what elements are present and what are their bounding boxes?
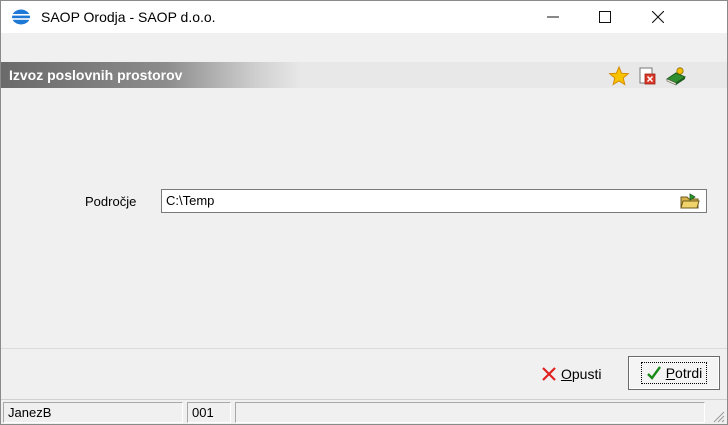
maximize-icon — [599, 11, 611, 23]
minimize-button[interactable] — [530, 1, 576, 33]
button-strip: Opusti Potrdi — [1, 348, 727, 399]
minimize-icon — [547, 16, 559, 18]
field-label-podrocje: Področje — [85, 194, 137, 209]
path-input[interactable]: C:\Temp — [161, 189, 707, 213]
title-bar[interactable]: SAOP Orodja - SAOP d.o.o. — [1, 1, 727, 33]
confirm-label: Potrdi — [665, 365, 703, 381]
resize-grip-icon[interactable] — [711, 409, 725, 423]
close-icon — [652, 11, 664, 23]
cancel-label: Opusti — [561, 366, 602, 382]
close-document-icon[interactable] — [636, 65, 658, 87]
status-code: 001 — [187, 402, 231, 423]
close-window-button[interactable] — [635, 1, 681, 33]
status-user: JanezB — [3, 402, 183, 423]
confirm-button-focus: Potrdi — [640, 362, 708, 384]
form-area — [1, 89, 727, 348]
path-value[interactable]: C:\Temp — [166, 190, 214, 212]
module-title: Izvoz poslovnih prostorov — [9, 67, 183, 83]
app-logo-icon — [12, 9, 30, 25]
module-header: Izvoz poslovnih prostorov — [1, 62, 727, 88]
confirm-button[interactable]: Potrdi — [628, 356, 720, 390]
app-window: SAOP Orodja - SAOP d.o.o. Izvoz poslovni… — [0, 0, 728, 425]
help-book-icon[interactable] — [665, 65, 687, 87]
browse-folder-icon[interactable] — [680, 193, 700, 209]
window-title: SAOP Orodja - SAOP d.o.o. — [41, 9, 216, 25]
maximize-button[interactable] — [582, 1, 628, 33]
checkmark-icon — [646, 366, 661, 380]
cancel-x-icon — [542, 367, 556, 381]
star-icon[interactable] — [608, 65, 630, 87]
status-bar: JanezB 001 — [1, 399, 727, 424]
cancel-button[interactable]: Opusti — [541, 359, 601, 389]
status-extra — [235, 402, 705, 423]
